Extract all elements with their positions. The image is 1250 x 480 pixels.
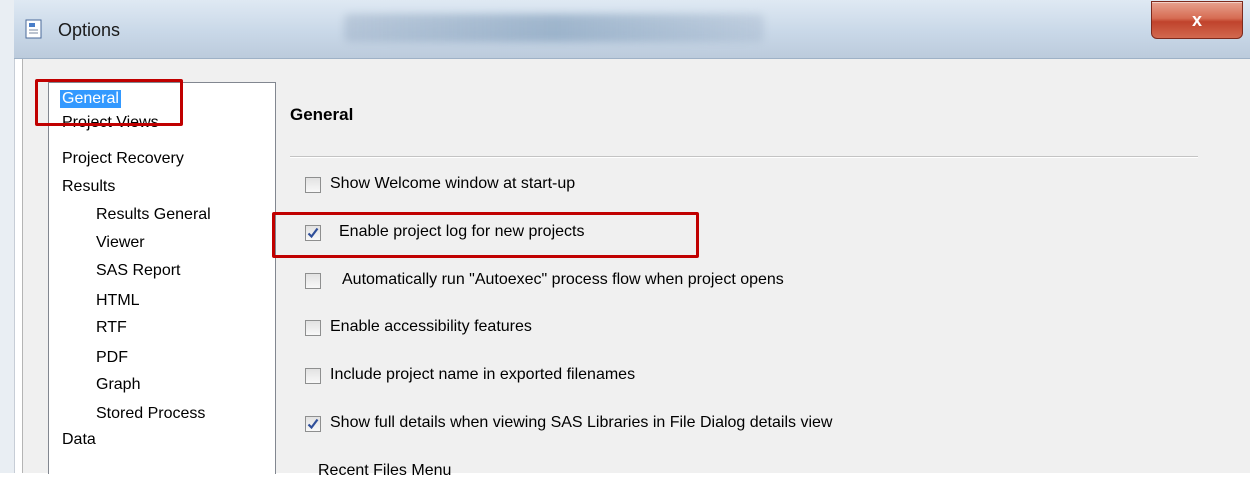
option-label-include-project-name[interactable]: Include project name in exported filenam… [330, 366, 635, 384]
background-toolbar-blur [344, 14, 764, 42]
option-label-accessibility[interactable]: Enable accessibility features [330, 318, 532, 336]
nav-item-data[interactable]: Data [62, 431, 96, 449]
option-label-show-welcome[interactable]: Show Welcome window at start-up [330, 175, 575, 193]
nav-item-rtf[interactable]: RTF [96, 319, 127, 337]
checkbox-autoexec[interactable] [305, 273, 321, 289]
options-app-icon [24, 19, 44, 39]
nav-item-project-recovery[interactable]: Project Recovery [62, 150, 184, 168]
title-bar [14, 0, 1250, 59]
window-title: Options [58, 20, 121, 40]
nav-item-results[interactable]: Results [62, 178, 115, 196]
options-nav-tree: General Project Views Project Recovery R… [48, 82, 276, 474]
panel-title: General [290, 105, 354, 124]
nav-item-pdf[interactable]: PDF [96, 349, 128, 367]
nav-item-stored-process[interactable]: Stored Process [96, 405, 205, 423]
highlight-box-project-log [272, 212, 699, 258]
nav-item-results-general[interactable]: Results General [96, 206, 211, 224]
checkmark-icon [307, 418, 319, 430]
option-label-autoexec[interactable]: Automatically run "Autoexec" process flo… [342, 271, 784, 289]
close-icon: x [1191, 10, 1202, 30]
checkbox-include-project-name[interactable] [305, 368, 321, 384]
highlight-box-general [35, 79, 183, 126]
checkbox-show-welcome[interactable] [305, 177, 321, 193]
recent-files-menu-heading: Recent Files Menu [318, 462, 452, 479]
nav-item-sas-report[interactable]: SAS Report [96, 262, 180, 280]
nav-item-html[interactable]: HTML [96, 292, 140, 310]
checkbox-full-details[interactable] [305, 416, 321, 432]
background-window-edge [0, 0, 15, 473]
checkbox-accessibility[interactable] [305, 320, 321, 336]
nav-item-graph[interactable]: Graph [96, 376, 140, 394]
section-divider [290, 156, 1198, 157]
close-button[interactable]: x [1151, 1, 1243, 39]
option-label-full-details[interactable]: Show full details when viewing SAS Libra… [330, 414, 832, 432]
nav-item-viewer[interactable]: Viewer [96, 234, 145, 252]
